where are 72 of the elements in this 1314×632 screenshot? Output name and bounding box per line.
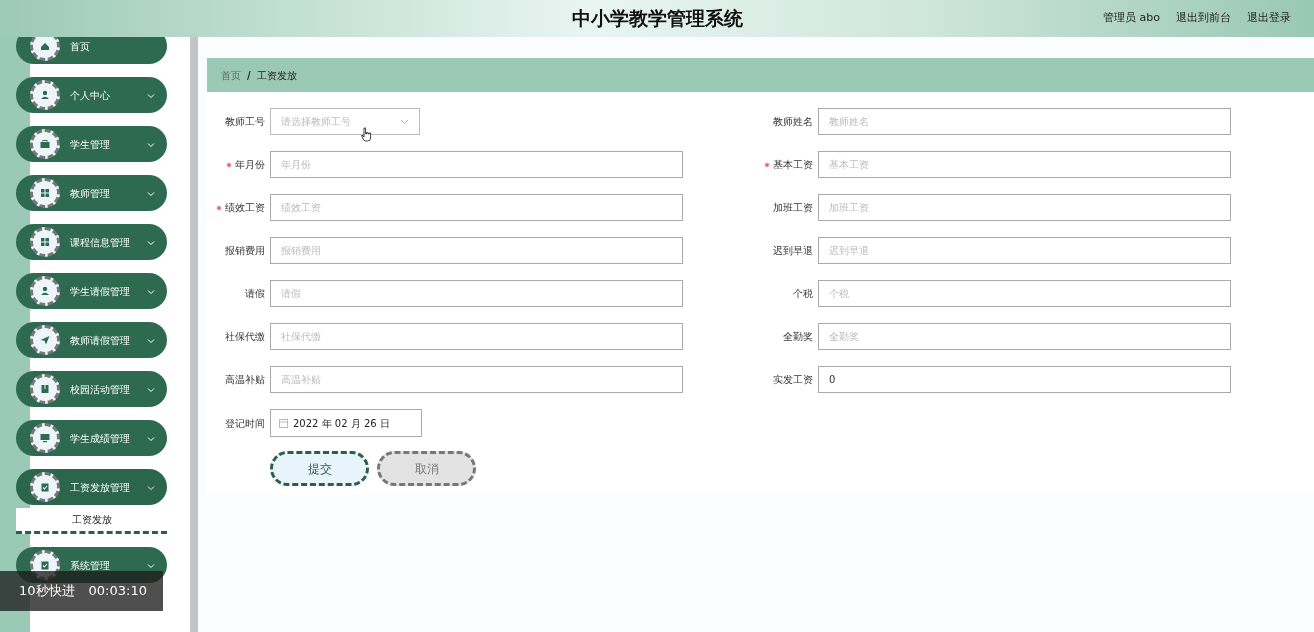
grid-icon: [39, 187, 51, 199]
sidebar-item[interactable]: 学生请假管理: [16, 273, 167, 309]
submit-button[interactable]: 提交: [270, 451, 369, 486]
input-field[interactable]: 教师姓名: [818, 108, 1231, 135]
chevron-down-icon: [147, 141, 155, 148]
sidebar-item[interactable]: 校园活动管理: [16, 371, 167, 407]
field-label: 年月份: [235, 158, 265, 172]
input-field[interactable]: 绩效工资: [270, 194, 683, 221]
book-icon: [39, 383, 51, 395]
sidebar-item[interactable]: 课程信息管理: [16, 224, 167, 260]
field-label: 教师工号: [225, 115, 265, 129]
clipboard-icon: [39, 481, 51, 493]
cancel-button[interactable]: 取消: [377, 451, 476, 486]
field-label: 实发工资: [773, 373, 813, 387]
input-field[interactable]: 请假: [270, 280, 683, 307]
input-field[interactable]: 全勤奖: [818, 323, 1231, 350]
skip-forward-button[interactable]: 10秒快进: [19, 581, 75, 601]
sidebar-item[interactable]: 学生成绩管理: [16, 420, 167, 456]
app-title: 中小学教学管理系统: [571, 6, 743, 32]
submenu-item[interactable]: 工资发放: [16, 508, 167, 534]
sidebar-item[interactable]: 工资发放管理: [16, 469, 167, 505]
input-field[interactable]: 0: [818, 366, 1231, 393]
chevron-down-icon: [147, 562, 155, 569]
field-label: 基本工资: [773, 158, 813, 172]
field-label: 绩效工资: [225, 201, 265, 215]
header-link[interactable]: 退出到前台: [1176, 10, 1231, 27]
field-label: 教师姓名: [773, 115, 813, 129]
breadcrumb-link[interactable]: 首页: [221, 67, 241, 83]
date-field[interactable]: 2022 年 02 月 26 日: [270, 409, 422, 437]
clipboard-icon: [39, 559, 51, 571]
sidebar-item[interactable]: 教师请假管理: [16, 322, 167, 358]
sidebar-item[interactable]: 个人中心: [16, 77, 167, 113]
input-field[interactable]: 社保代缴: [270, 323, 683, 350]
sidebar-item[interactable]: 首页: [16, 37, 167, 64]
paper-plane-icon: [39, 334, 51, 346]
chevron-down-icon: [400, 119, 409, 125]
chevron-down-icon: [147, 484, 155, 491]
sidebar-item[interactable]: 学生管理: [16, 126, 167, 162]
calendar-icon: [279, 419, 288, 428]
chevron-down-icon: [147, 386, 155, 393]
home-icon: [39, 40, 51, 52]
header-link[interactable]: 退出登录: [1247, 10, 1291, 27]
user-icon: [39, 89, 51, 101]
field-label: 高温补贴: [225, 373, 265, 387]
briefcase-icon: [39, 138, 51, 150]
field-label: 报销费用: [225, 244, 265, 258]
chevron-down-icon: [147, 239, 155, 246]
input-field[interactable]: 年月份: [270, 151, 683, 178]
input-field[interactable]: 报销费用: [270, 237, 683, 264]
chevron-down-icon: [147, 435, 155, 442]
grid-icon: [39, 236, 51, 248]
user-name: 管理员 abo: [1103, 10, 1160, 26]
field-label: 个税: [793, 287, 813, 301]
user-icon: [39, 285, 51, 297]
breadcrumb-current: 工资发放: [256, 68, 297, 83]
field-label: 全勤奖: [783, 330, 813, 344]
field-label: 迟到早退: [773, 244, 813, 258]
sidebar-item[interactable]: 教师管理: [16, 175, 167, 211]
field-label: 登记时间: [225, 416, 265, 431]
chevron-down-icon: [147, 288, 155, 295]
field-label: 社保代缴: [225, 330, 265, 344]
field-label: 加班工资: [773, 201, 813, 215]
playback-time: 00:03:10: [88, 582, 147, 601]
hand-cursor-icon: [361, 126, 372, 142]
chevron-down-icon: [147, 190, 155, 197]
scrollbar[interactable]: [190, 37, 198, 632]
chevron-down-icon: [147, 92, 155, 99]
field-label: 请假: [245, 287, 265, 301]
breadcrumb-separator: /: [247, 68, 251, 83]
monitor-icon: [39, 432, 51, 444]
input-field[interactable]: 加班工资: [818, 194, 1231, 221]
chevron-down-icon: [147, 337, 155, 344]
